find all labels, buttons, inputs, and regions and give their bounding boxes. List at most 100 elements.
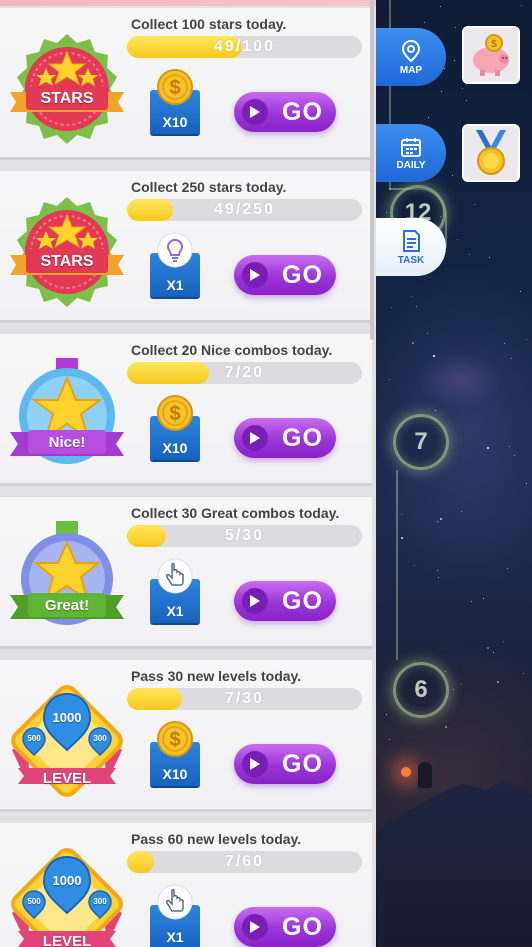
go-label: GO (282, 423, 323, 452)
piggy-bank-thumbnail[interactable]: $ (462, 26, 520, 84)
task-card: Nice! Collect 20 Nice combos today. 7/20… (0, 334, 372, 486)
sky-star (452, 688, 454, 690)
medal-thumbnail[interactable] (462, 124, 520, 182)
badge-number: 500 (27, 897, 41, 906)
coin-icon: $ (156, 68, 194, 106)
play-icon (242, 425, 268, 451)
task-reward: X10 $ (150, 394, 200, 462)
svg-text:$: $ (491, 39, 497, 50)
go-button[interactable]: GO (234, 907, 336, 947)
sky-star (415, 305, 417, 307)
pointer-hand-icon (156, 883, 194, 921)
task-progress-text: 49/100 (214, 38, 275, 55)
sky-star (451, 174, 453, 176)
task-progress-bar: 49/100 (127, 36, 362, 58)
badge-number: 1000 (52, 710, 82, 725)
sky-star (427, 116, 429, 118)
gold-medal-icon (476, 130, 506, 175)
map-level-node[interactable]: 6 (393, 662, 449, 718)
nice-medal-badge: Nice! (6, 354, 128, 476)
task-progress-text: 5/30 (224, 527, 265, 544)
sky-star (411, 342, 414, 345)
reward-count: X1 (166, 277, 184, 293)
badge-label: STARS (40, 90, 94, 107)
svg-text:$: $ (169, 77, 180, 99)
sky-star (444, 670, 446, 672)
task-progress-text: 7/30 (224, 690, 265, 707)
go-button[interactable]: GO (234, 744, 336, 784)
level-badge: LEVEL 1000 500 300 (6, 680, 128, 802)
badge-label: LEVEL (42, 933, 92, 947)
task-title: Collect 20 Nice combos today. (131, 342, 333, 358)
nav-map-button[interactable]: MAP (376, 28, 446, 86)
sky-star (453, 59, 455, 61)
map-pin-icon (401, 39, 421, 62)
sitting-figure (418, 762, 432, 788)
stars-badge: STARS (6, 28, 128, 150)
sky-star (473, 203, 475, 205)
scrollbar[interactable] (370, 0, 374, 340)
sky-star (488, 256, 490, 258)
nav-task-label: TASK (397, 254, 425, 266)
task-reward: X1 (150, 231, 200, 299)
task-reward: X1 (150, 557, 200, 625)
task-title: Collect 100 stars today. (131, 16, 287, 32)
go-label: GO (282, 586, 323, 615)
go-label: GO (282, 749, 323, 778)
reward-count: X10 (162, 114, 188, 130)
coin-icon: $ (156, 394, 194, 432)
sky-star (470, 600, 472, 602)
play-icon (242, 914, 268, 940)
stars-badge: STARS (6, 191, 128, 313)
go-label: GO (282, 912, 323, 941)
nav-task-button[interactable]: TASK (376, 218, 446, 276)
nav-daily-label: DAILY (396, 159, 426, 171)
task-progress-text: 49/250 (214, 201, 275, 218)
reward-count: X1 (166, 603, 184, 619)
sky-star (503, 342, 505, 344)
reward-count: X10 (162, 766, 188, 782)
pointer-hand-icon (156, 557, 194, 595)
sky-star (486, 447, 489, 450)
task-reward: X10 $ (150, 720, 200, 788)
sky-star (462, 87, 464, 89)
go-label: GO (282, 97, 323, 126)
go-label: GO (282, 260, 323, 289)
badge-label: Nice! (48, 434, 86, 451)
sky-star (385, 713, 387, 715)
map-path (396, 470, 398, 660)
task-progress-bar: 49/250 (127, 199, 362, 221)
lightbulb-icon (156, 231, 194, 269)
sky-star (413, 564, 415, 566)
calendar-icon (401, 137, 421, 157)
task-list-panel[interactable]: STARS Collect 100 stars today. 49/100 X1… (0, 0, 376, 947)
task-card: STARS Collect 250 stars today. 49/250 X1… (0, 171, 372, 323)
map-level-node[interactable]: 7 (393, 414, 449, 470)
badge-label: LEVEL (42, 770, 92, 787)
play-icon (242, 99, 268, 125)
panel-top-strip (0, 0, 376, 6)
sky-star (390, 306, 392, 308)
task-list-icon (403, 229, 420, 252)
go-button[interactable]: GO (234, 255, 336, 295)
sky-star (439, 517, 442, 520)
nav-daily-button[interactable]: DAILY (376, 124, 446, 182)
badge-number: 300 (93, 897, 107, 906)
svg-text:$: $ (169, 403, 180, 425)
go-button[interactable]: GO (234, 581, 336, 621)
play-icon (242, 262, 268, 288)
sky-star (525, 338, 527, 340)
task-reward: X1 (150, 883, 200, 947)
sky-star (510, 357, 512, 359)
go-button[interactable]: GO (234, 418, 336, 458)
badge-number: 500 (27, 734, 41, 743)
play-icon (242, 751, 268, 777)
task-progress-bar: 7/20 (127, 362, 362, 384)
task-title: Pass 60 new levels today. (131, 831, 302, 847)
task-progress-bar: 7/30 (127, 688, 362, 710)
sky-star (426, 333, 428, 335)
level-badge: LEVEL 1000 500 300 (6, 843, 128, 947)
badge-label: STARS (40, 253, 94, 270)
task-progress-bar: 5/30 (127, 525, 362, 547)
go-button[interactable]: GO (234, 92, 336, 132)
